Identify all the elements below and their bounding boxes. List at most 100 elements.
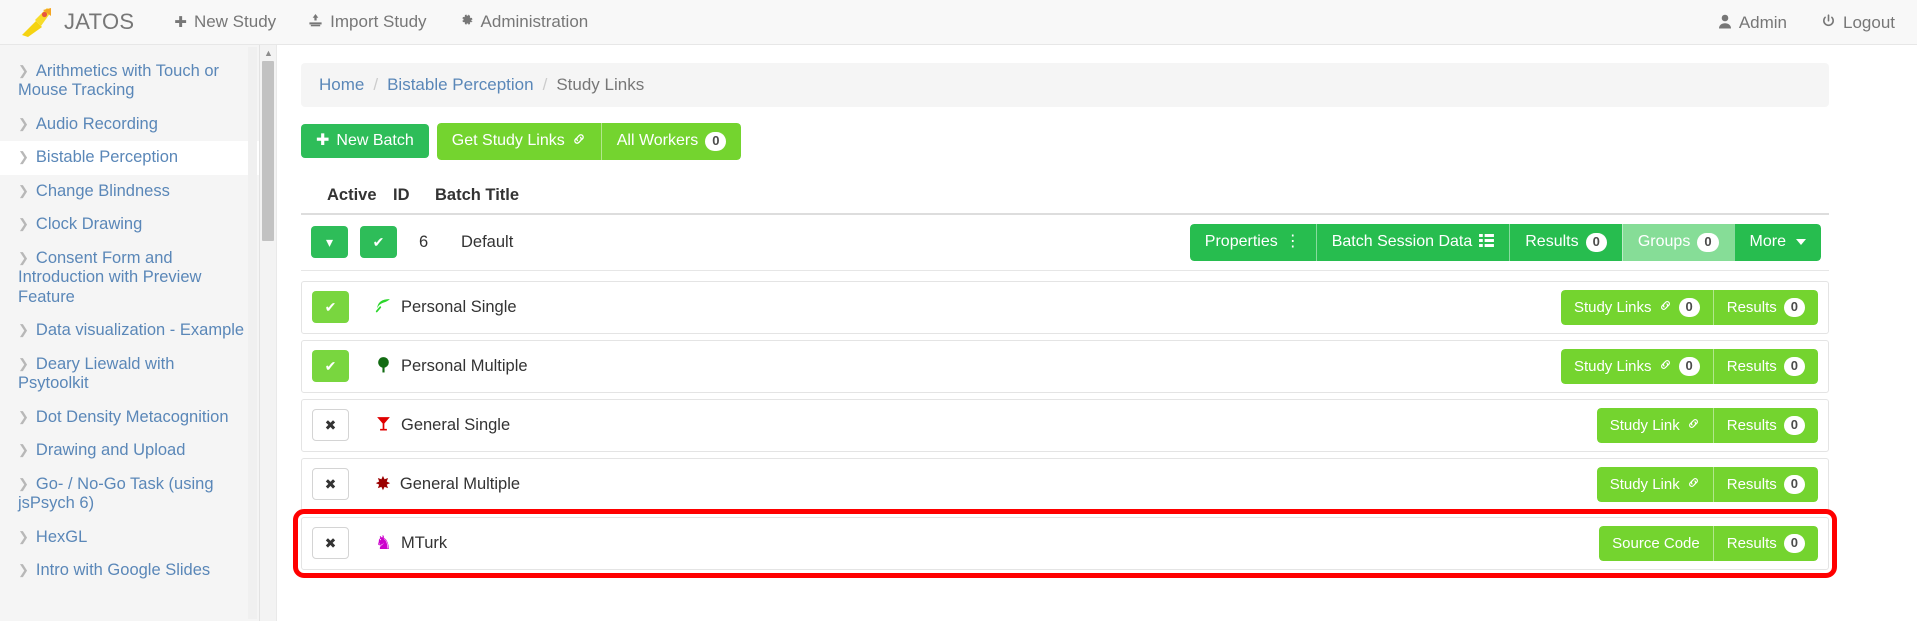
chevron-right-icon: ❯ (18, 115, 29, 131)
worker-toggle-mturk[interactable]: ✖ (312, 527, 349, 560)
batch-more-button[interactable]: More (1733, 223, 1821, 261)
batch-active-toggle[interactable]: ✔ (360, 226, 397, 259)
brand[interactable]: JATOS (20, 7, 134, 37)
sidebar-item-8[interactable]: ❯ Dot Density Metacognition (0, 401, 259, 434)
worker-results-button-general-single[interactable]: Results 0 (1712, 407, 1818, 443)
batch-session-data-button[interactable]: Batch Session Data (1315, 223, 1510, 261)
column-header-active: Active (327, 185, 377, 204)
link-icon (1659, 358, 1672, 374)
sidebar-item-6[interactable]: ❯ Data visualization - Example (0, 314, 259, 347)
worker-toggle-personal-multiple[interactable]: ✔ (312, 350, 349, 383)
batch-row: ▾ ✔ 6 Default Properties ⋮ Batch Session… (301, 212, 1829, 271)
breadcrumb-item-study[interactable]: Bistable Perception (387, 75, 533, 95)
worker-action-group-general-single: Study Link Results 0 (1596, 407, 1818, 443)
sidebar-item-6-label: Data visualization - Example (35, 321, 245, 340)
worker-action-group-personal-multiple: Study Links 0 Results 0 (1560, 348, 1818, 384)
all-workers-button[interactable]: All Workers 0 (600, 123, 742, 160)
worker-actions-general-single: Study Link Results 0 (1596, 407, 1818, 443)
sidebar-item-0[interactable]: ❯ Arithmetics with Touch or Mouse Trackin… (0, 55, 259, 108)
import-icon (308, 13, 323, 31)
sidebar-item-5[interactable]: ❯ Consent Form and Introduction with Prev… (0, 242, 259, 314)
cocktail-icon (375, 415, 392, 436)
worker-study-link-label: Study Link (1609, 416, 1680, 434)
top-navbar: JATOS ✚ New Study Import Study Administr… (0, 0, 1917, 45)
nav-item-administration[interactable]: Administration (459, 12, 588, 32)
sidebar-item-4[interactable]: ❯ Clock Drawing (0, 208, 259, 241)
batch-groups-button[interactable]: Groups 0 (1621, 223, 1734, 261)
sidebar-item-10[interactable]: ❯ Go- / No-Go Task (using jsPsych 6) (0, 468, 259, 521)
worker-results-button-personal-multiple[interactable]: Results 0 (1712, 348, 1818, 384)
worker-results-label: Results (1726, 475, 1777, 493)
worker-results-label: Results (1726, 416, 1777, 434)
breadcrumb: Home / Bistable Perception / Study Links (301, 63, 1829, 107)
worker-toggle-general-multiple[interactable]: ✖ (312, 468, 349, 501)
scroll-up-arrow-icon[interactable]: ▲ (260, 45, 277, 60)
batch-more-label: More (1749, 233, 1786, 251)
batch-properties-button[interactable]: Properties ⋮ (1189, 223, 1316, 261)
worker-source-code-button-mturk[interactable]: Source Code (1599, 525, 1713, 561)
new-batch-label: New Batch (336, 132, 414, 150)
worker-label-personal-single: Personal Single (375, 297, 517, 318)
worker-toggle-general-single[interactable]: ✖ (312, 409, 349, 442)
chevron-right-icon: ❯ (18, 442, 29, 458)
sidebar-item-12[interactable]: ❯ Intro with Google Slides (0, 554, 259, 587)
batch-action-group: Properties ⋮ Batch Session Data Results … (1189, 223, 1821, 261)
plus-icon: ✚ (174, 13, 187, 31)
nav-item-admin[interactable]: Admin (1718, 13, 1787, 33)
worker-results-button-general-multiple[interactable]: Results 0 (1712, 466, 1818, 502)
batch-session-data-label: Batch Session Data (1331, 233, 1473, 251)
nav-item-new-study[interactable]: ✚ New Study (174, 12, 276, 32)
chevron-right-icon: ❯ (18, 528, 29, 544)
sidebar-item-5-label: Consent Form and Introduction with Previ… (18, 248, 202, 306)
chevron-right-icon: ❯ (18, 249, 29, 265)
worker-actions-personal-multiple: Study Links 0 Results 0 (1560, 348, 1818, 384)
content-scrollbar[interactable]: ▲ (260, 45, 277, 621)
new-batch-button[interactable]: ✚ New Batch (301, 124, 429, 159)
worker-study-links-button-personal-single[interactable]: Study Links 0 (1560, 289, 1713, 325)
worker-results-label: Results (1726, 534, 1777, 552)
breadcrumb-item-home[interactable]: Home (319, 75, 364, 95)
sidebar-item-1[interactable]: ❯ Audio Recording (0, 108, 259, 141)
link-icon (1659, 299, 1672, 315)
get-study-links-button[interactable]: Get Study Links (436, 123, 601, 160)
worker-study-link-button-general-single[interactable]: Study Link (1596, 407, 1713, 443)
worker-name-mturk: MTurk (401, 533, 448, 552)
sidebar-item-3[interactable]: ❯ Change Blindness (0, 175, 259, 208)
worker-results-count-badge: 0 (1783, 533, 1805, 553)
secondary-nav: Admin Logout (1718, 0, 1895, 45)
nav-item-logout[interactable]: Logout (1821, 13, 1895, 33)
worker-name-personal-single: Personal Single (401, 297, 517, 316)
breadcrumb-separator: / (373, 75, 379, 94)
nav-item-logout-label: Logout (1843, 12, 1895, 32)
sidebar-item-9[interactable]: ❯ Drawing and Upload (0, 434, 259, 467)
sidebar-item-7-label: Deary Liewald with Psytoolkit (18, 354, 175, 393)
content-scrollbar-thumb[interactable] (262, 61, 274, 241)
worker-results-button-personal-single[interactable]: Results 0 (1712, 289, 1818, 325)
sidebar-item-7[interactable]: ❯ Deary Liewald with Psytoolkit (0, 348, 259, 401)
sidebar-item-11-label: HexGL (35, 527, 88, 546)
sidebar-item-11[interactable]: ❯ HexGL (0, 521, 259, 554)
sidebar-scrollbar[interactable] (248, 47, 257, 619)
sidebar-item-1-label: Audio Recording (35, 114, 158, 133)
worker-study-link-button-general-multiple[interactable]: Study Link (1596, 466, 1713, 502)
batch-results-button[interactable]: Results 0 (1509, 223, 1622, 261)
nav-item-admin-label: Admin (1738, 12, 1787, 32)
worker-actions-personal-single: Study Links 0 Results 0 (1560, 289, 1818, 325)
sidebar-item-8-label: Dot Density Metacognition (35, 407, 229, 426)
sidebar-item-2[interactable]: ❯ Bistable Perception (0, 141, 259, 175)
worker-study-links-count-badge: 0 (1678, 356, 1700, 376)
worker-results-label: Results (1726, 357, 1777, 375)
chevron-right-icon: ❯ (18, 63, 29, 78)
chevron-right-icon: ❯ (18, 561, 29, 577)
nav-item-import-study[interactable]: Import Study (308, 12, 427, 32)
chevron-right-icon: ❯ (18, 182, 29, 198)
page-layout: ❯ Arithmetics with Touch or Mouse Trackin… (0, 45, 1917, 621)
vertical-dots-icon: ⋮ (1284, 233, 1301, 251)
batch-expand-toggle[interactable]: ▾ (311, 226, 348, 259)
worker-study-links-button-personal-multiple[interactable]: Study Links 0 (1560, 348, 1713, 384)
worker-name-general-single: General Single (401, 415, 511, 434)
worker-toggle-personal-single[interactable]: ✔ (312, 291, 349, 324)
nav-item-new-study-label: New Study (193, 12, 277, 31)
worker-results-button-mturk[interactable]: Results 0 (1712, 525, 1818, 561)
sidebar-scrollbar-track[interactable] (248, 47, 257, 619)
